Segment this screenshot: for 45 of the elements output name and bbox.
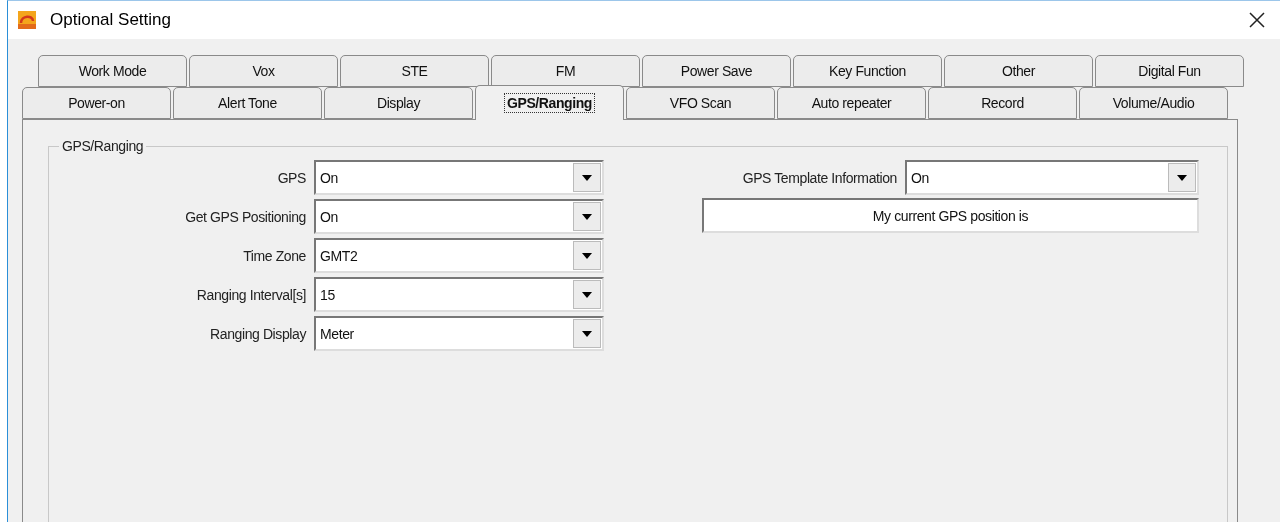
- field-label: Time Zone: [243, 247, 306, 264]
- message-field[interactable]: My current GPS position is: [702, 198, 1199, 233]
- field-label: Get GPS Positioning: [185, 208, 306, 225]
- group-title: GPS/Ranging: [61, 138, 145, 154]
- field-label: GPS: [277, 169, 306, 186]
- tab[interactable]: GPS/Ranging: [475, 85, 624, 120]
- tab[interactable]: Other: [944, 55, 1093, 87]
- tab[interactable]: Display: [324, 87, 473, 119]
- window-title: Optional Setting: [50, 10, 172, 30]
- field-label: Ranging Display: [210, 325, 306, 342]
- caret-icon: [582, 291, 592, 298]
- dropdown-button[interactable]: [573, 202, 601, 231]
- dropdown[interactable]: On: [314, 160, 604, 195]
- tab[interactable]: Volume/Audio: [1079, 87, 1228, 119]
- tab[interactable]: Power-on: [22, 87, 171, 119]
- caret-icon: [582, 174, 592, 181]
- caret-icon: [582, 213, 592, 220]
- caret-icon: [1177, 174, 1187, 181]
- field-label: Ranging Interval[s]: [196, 286, 306, 303]
- tab[interactable]: STE: [340, 55, 489, 87]
- tab[interactable]: Record: [928, 87, 1077, 119]
- dropdown[interactable]: On: [905, 160, 1199, 195]
- dropdown[interactable]: GMT2: [314, 238, 604, 273]
- dropdown[interactable]: On: [314, 199, 604, 234]
- tab[interactable]: Auto repeater: [777, 87, 926, 119]
- caret-icon: [582, 330, 592, 337]
- tab[interactable]: Vox: [189, 55, 338, 87]
- app-logo-icon: [18, 11, 36, 29]
- dropdown[interactable]: 15: [314, 277, 604, 312]
- field-label: GPS Template Information: [742, 169, 897, 186]
- dropdown-button[interactable]: [573, 280, 601, 309]
- caret-icon: [582, 252, 592, 259]
- tab[interactable]: Alert Tone: [173, 87, 322, 119]
- tab[interactable]: Work Mode: [38, 55, 187, 87]
- tab[interactable]: Key Function: [793, 55, 942, 87]
- tab[interactable]: VFO Scan: [626, 87, 775, 119]
- tab[interactable]: Power Save: [642, 55, 791, 87]
- dropdown[interactable]: Meter: [314, 316, 604, 351]
- close-icon: [1249, 12, 1265, 28]
- dropdown-button[interactable]: [573, 163, 601, 192]
- tab[interactable]: Digital Fun: [1095, 55, 1244, 87]
- dropdown-button[interactable]: [1168, 163, 1196, 192]
- tab[interactable]: FM: [491, 55, 640, 87]
- dropdown-button[interactable]: [573, 319, 601, 348]
- dropdown-button[interactable]: [573, 241, 601, 270]
